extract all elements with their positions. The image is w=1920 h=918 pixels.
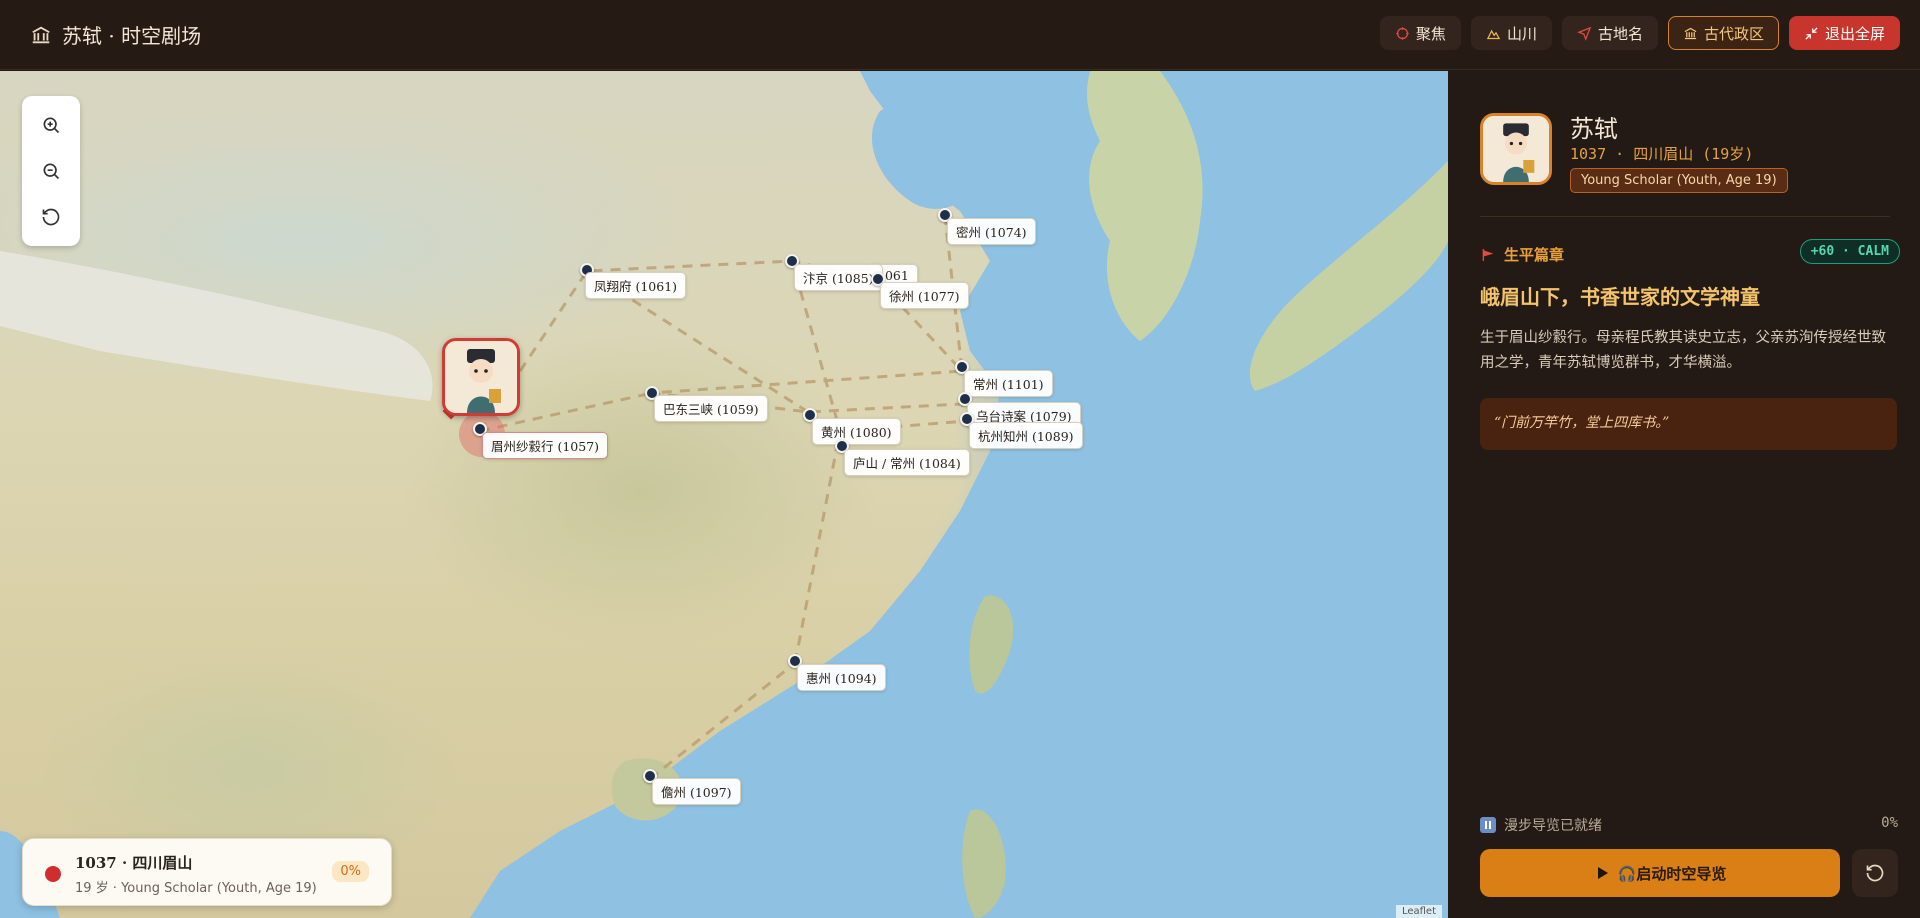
exit-fullscreen-label: 退出全屏 — [1824, 24, 1885, 43]
guide-status-text: 漫步导览已就绪 — [1504, 818, 1602, 834]
life-stage-badge: Young Scholar (Youth, Age 19) — [1570, 168, 1788, 193]
pause-icon — [1480, 817, 1496, 833]
profile-meta: 1037 · 四川眉山 (19岁) — [1570, 145, 1754, 163]
museum-icon — [32, 26, 50, 43]
map-view[interactable]: 凤翔府 (1061) 1061 汴京 (1085) 徐州 (1077) 密州 (… — [0, 71, 1448, 918]
profile-avatar — [1480, 113, 1552, 185]
map-attribution[interactable]: Leaflet — [1395, 905, 1442, 918]
zoom-in-button[interactable] — [36, 110, 66, 140]
ancient-districts-button-label: 古代政区 — [1703, 24, 1764, 43]
status-dot — [45, 866, 61, 882]
place-label[interactable]: 汴京 (1085) — [794, 264, 883, 291]
ancient-names-button[interactable]: 古地名 — [1561, 16, 1658, 50]
reset-view-button[interactable] — [36, 202, 66, 232]
divider — [1480, 216, 1890, 217]
scholar-avatar-icon — [445, 341, 517, 413]
exit-fullscreen-button[interactable]: 退出全屏 — [1788, 16, 1900, 50]
place-label[interactable]: 凤翔府 (1061) — [585, 272, 687, 299]
place-label[interactable]: 密州 (1074) — [947, 218, 1036, 245]
restart-guide-button[interactable] — [1852, 849, 1898, 897]
scholar-avatar-icon — [1483, 116, 1549, 182]
brand: 苏轼 · 时空剧场 — [30, 20, 201, 49]
ancient-districts-button[interactable]: 古代政区 — [1667, 16, 1779, 50]
place-label[interactable]: 庐山 / 常州 (1084) — [844, 449, 970, 476]
crosshair-icon — [1396, 26, 1409, 40]
chapter-tag-label: 生平篇章 — [1504, 246, 1565, 264]
focus-button[interactable]: 聚焦 — [1379, 16, 1461, 50]
zoom-out-icon — [43, 163, 60, 180]
chapter-tag: 生平篇章 — [1480, 244, 1564, 265]
current-location-avatar[interactable] — [442, 338, 520, 416]
place-label[interactable]: 黄州 (1080) — [812, 418, 901, 445]
place-label[interactable]: 徐州 (1077) — [880, 282, 969, 309]
chapter-body: 生于眉山纱縠行。母亲程氏教其读史立志，父亲苏洵传授经世致用之学，青年苏轼博览群书… — [1480, 330, 1886, 371]
place-label[interactable]: 常州 (1101) — [964, 370, 1053, 397]
ancient-names-button-label: 古地名 — [1597, 24, 1643, 43]
top-bar: 苏轼 · 时空剧场 聚焦 山川 古地名 古代政区 退出全屏 — [0, 0, 1920, 70]
app-title: 苏轼 · 时空剧场 — [62, 24, 202, 48]
zoom-controls — [22, 96, 80, 246]
flag-icon — [1482, 248, 1494, 261]
start-guide-button[interactable]: 🎧启动时空导览 — [1480, 849, 1840, 897]
mountains-button-label: 山川 — [1506, 24, 1537, 43]
place-label[interactable]: 儋州 (1097) — [652, 778, 741, 805]
side-panel: 苏轼 1037 · 四川眉山 (19岁) Young Scholar (Yout… — [1449, 71, 1920, 918]
status-progress: 0% — [332, 861, 369, 882]
place-label[interactable]: 惠州 (1094) — [797, 664, 886, 691]
building-columns-icon — [1684, 27, 1697, 39]
rotate-ccw-icon — [1866, 864, 1884, 882]
mountain-icon — [1486, 29, 1501, 39]
chapter-title: 峨眉山下，书香世家的文学神童 — [1480, 285, 1760, 309]
navigation-arrow-icon — [1577, 26, 1592, 41]
place-label[interactable]: 杭州知州 (1089) — [969, 422, 1083, 449]
mountains-button[interactable]: 山川 — [1470, 16, 1552, 50]
status-card: 1037 · 四川眉山 19 岁 · Young Scholar (Youth,… — [22, 838, 392, 906]
guide-status: 漫步导览已就绪 — [1480, 815, 1602, 835]
profile-name: 苏轼 — [1570, 115, 1618, 143]
chapter-quote: “门前万竿竹，堂上四库书。” — [1480, 398, 1897, 450]
guide-progress: 0% — [1881, 815, 1898, 831]
zoom-out-button[interactable] — [36, 156, 66, 186]
place-label-active[interactable]: 眉州纱縠行 (1057) — [482, 432, 609, 459]
zoom-in-icon — [43, 117, 60, 134]
start-guide-label: 🎧启动时空导览 — [1617, 864, 1727, 883]
status-title: 1037 · 四川眉山 — [75, 854, 193, 872]
status-subtitle: 19 岁 · Young Scholar (Youth, Age 19) — [75, 881, 317, 896]
play-icon — [1597, 867, 1608, 879]
mood-badge: +60 · CALM — [1799, 239, 1900, 264]
focus-button-label: 聚焦 — [1415, 24, 1446, 43]
rotate-ccw-icon — [42, 208, 60, 226]
place-label[interactable]: 巴东三峡 (1059) — [654, 395, 768, 422]
minimize-icon — [1805, 26, 1818, 40]
